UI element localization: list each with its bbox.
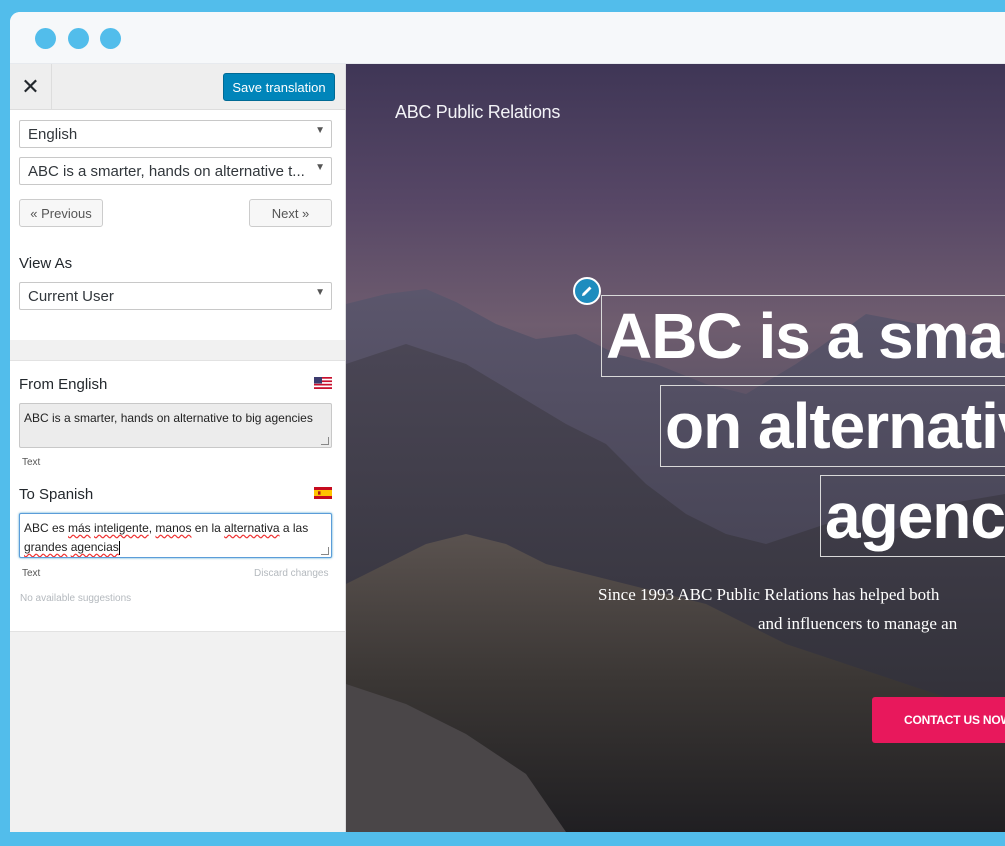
chevron-down-icon: ▼ <box>315 125 325 136</box>
headline-line-2[interactable]: on alternativ <box>660 385 1005 467</box>
translation-text-part: a las <box>279 521 309 535</box>
window-dot-3 <box>100 28 121 49</box>
string-select[interactable]: ABC is a smarter, hands on alternative t… <box>19 157 332 185</box>
misspelled-word: más <box>68 521 91 535</box>
discard-changes-link[interactable]: Discard changes <box>254 568 328 579</box>
site-preview: ABC Public Relations ABC is a smar on al… <box>346 64 1005 832</box>
resize-handle[interactable] <box>321 547 329 555</box>
chevron-down-icon: ▼ <box>315 287 325 298</box>
language-select[interactable]: English ▼ <box>19 120 332 148</box>
translation-editor-section: From English ABC is a smarter, hands on … <box>10 360 345 632</box>
hero-subtext-line-2: and influencers to manage an <box>758 614 958 633</box>
chevron-down-icon: ▼ <box>315 162 325 173</box>
translation-text-part: en la <box>191 521 225 535</box>
translation-text-part: ABC es <box>24 521 69 535</box>
us-flag-icon <box>314 377 332 389</box>
to-language-label: To Spanish <box>19 486 94 503</box>
contact-us-button[interactable]: CONTACT US NOW <box>872 697 1005 743</box>
window-dot-2 <box>68 28 89 49</box>
spain-flag-icon <box>314 487 332 499</box>
close-icon: ✕ <box>21 74 40 99</box>
window-titlebar <box>10 12 1005 64</box>
resize-handle[interactable] <box>321 437 329 445</box>
translation-text-area[interactable]: ABC es más inteligente, manos en la alte… <box>19 513 332 558</box>
string-select-value: ABC is a smarter, hands on alternative t… <box>28 163 305 180</box>
hero-subtext-line-1: Since 1993 ABC Public Relations has help… <box>598 585 940 604</box>
misspelled-word: grandes <box>24 540 68 554</box>
misspelled-word: manos <box>155 521 192 535</box>
language-select-value: English <box>28 126 78 143</box>
site-title[interactable]: ABC Public Relations <box>395 102 560 123</box>
misspelled-word: alternativa <box>224 521 280 535</box>
translation-type-label: Text <box>22 568 41 579</box>
translation-panel: ✕ Save translation English ▼ ABC is a sm… <box>10 64 346 832</box>
window-dot-1 <box>35 28 56 49</box>
source-type-label: Text <box>22 457 41 468</box>
save-translation-button[interactable]: Save translation <box>223 73 335 101</box>
browser-window: ✕ Save translation English ▼ ABC is a sm… <box>10 12 1005 832</box>
misspelled-word: inteligente <box>94 521 149 535</box>
suggestions-status: No available suggestions <box>20 593 132 604</box>
string-selection-section: English ▼ ABC is a smarter, hands on alt… <box>10 110 345 340</box>
source-text: ABC is a smarter, hands on alternative t… <box>24 411 313 425</box>
from-language-label: From English <box>19 376 108 393</box>
headline-line-3[interactable]: agenci <box>820 475 1005 557</box>
close-button[interactable]: ✕ <box>10 64 52 110</box>
source-text-area[interactable]: ABC is a smarter, hands on alternative t… <box>19 403 332 448</box>
panel-toolbar: ✕ Save translation <box>10 64 345 110</box>
text-caret <box>118 540 120 555</box>
next-button[interactable]: Next » <box>249 199 332 227</box>
view-as-select[interactable]: Current User ▼ <box>19 282 332 310</box>
previous-button[interactable]: « Previous <box>19 199 103 227</box>
edit-string-button[interactable] <box>573 277 601 305</box>
headline-line-1[interactable]: ABC is a smar <box>601 295 1005 377</box>
pencil-icon <box>582 286 592 296</box>
view-as-select-value: Current User <box>28 288 114 305</box>
misspelled-word: agencias <box>70 540 119 554</box>
view-as-label: View As <box>19 255 73 272</box>
